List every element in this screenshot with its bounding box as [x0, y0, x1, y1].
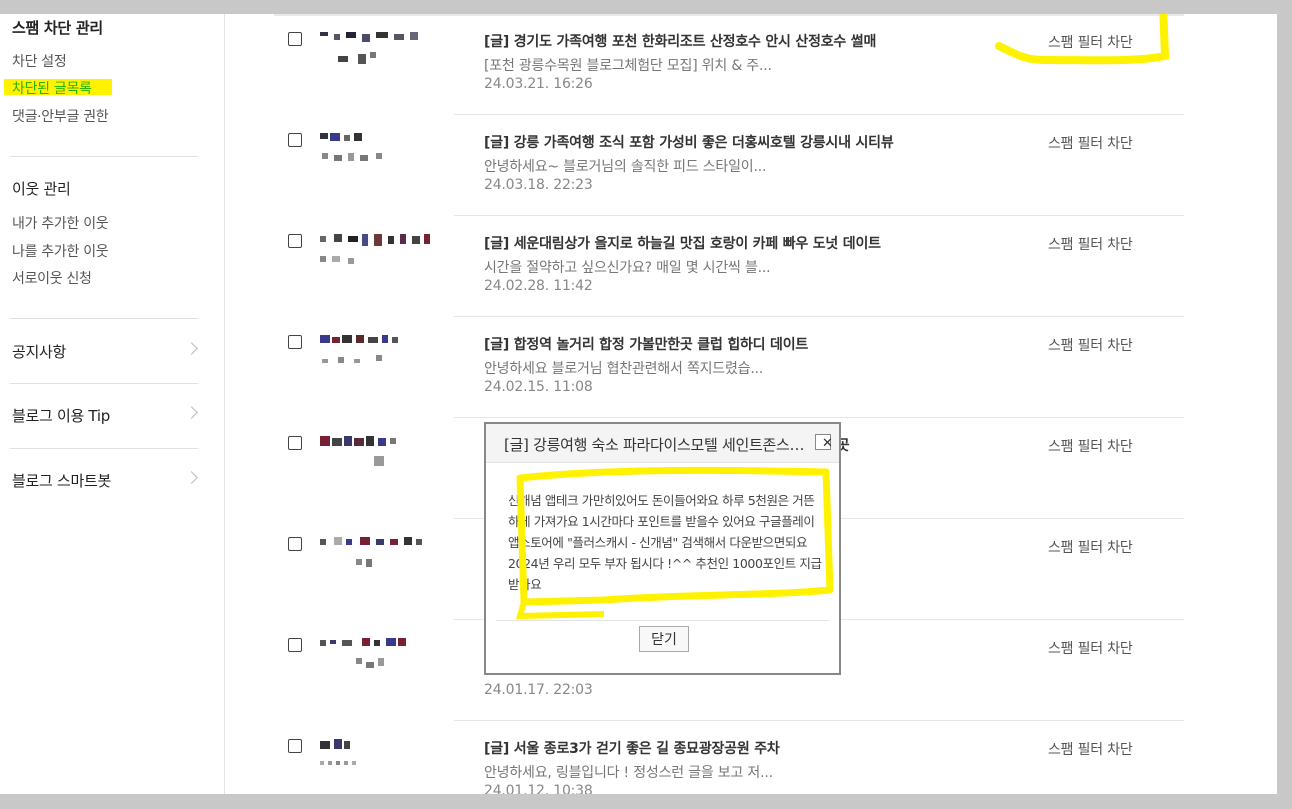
sidebar: 스팸 차단 관리 차단 설정 차단된 글목록 댓글·안부글 권한 이웃 관리 내… [0, 14, 224, 794]
divider [10, 318, 198, 319]
chevron-right-icon [185, 471, 198, 484]
table-row: [글] 합정역 놀거리 합정 가볼만한곳 클럽 힙하디 데이트 안녕하세요 블로… [274, 317, 1184, 418]
sidebar-link-notice[interactable]: 공지사항 [12, 341, 200, 362]
post-title[interactable]: [글] 서울 종로3가 걷기 좋은 길 종묘광장공원 주차 [484, 738, 1004, 758]
post-excerpt: 안녕하세요~ 블로거님의 솔직한 피드 스타일이... [484, 159, 767, 175]
block-reason: 스팸 필터 차단 [1048, 540, 1133, 556]
row-checkbox[interactable] [288, 638, 302, 652]
dialog-header: [글] 강릉여행 숙소 파라다이스모텔 세인트존스호텔 가볼만한곳 ✕ [486, 424, 839, 463]
sidebar-link-smartbot[interactable]: 블로그 스마트봇 [12, 470, 200, 491]
row-checkbox[interactable] [288, 739, 302, 753]
blurred-avatar [320, 436, 430, 476]
chevron-right-icon [185, 342, 198, 355]
table-row: [글] 서울 종로3가 걷기 좋은 길 종묘광장공원 주차 안녕하세요, 링블입… [274, 721, 1184, 794]
blurred-avatar [320, 234, 430, 274]
divider [10, 383, 198, 384]
blurred-avatar [320, 537, 430, 577]
notice-label: 공지사항 [12, 343, 67, 361]
blog-admin-page: 스팸 차단 관리 차단 설정 차단된 글목록 댓글·안부글 권한 이웃 관리 내… [0, 14, 1277, 794]
highlight-marker [989, 14, 1170, 65]
post-date: 24.01.17. 22:03 [484, 682, 593, 698]
block-reason: 스팸 필터 차단 [1048, 136, 1133, 152]
post-date: 24.03.18. 22:23 [484, 177, 593, 193]
row-checkbox[interactable] [288, 133, 302, 147]
table-row: [글] 강릉 가족여행 조식 포함 가성비 좋은 더홍씨호텔 강릉시내 시티뷰 … [274, 115, 1184, 216]
blurred-avatar [320, 739, 430, 779]
post-excerpt: 안녕하세요 블로거님 협찬관련해서 쪽지드렸습... [484, 361, 764, 377]
smartbot-label: 블로그 스마트봇 [12, 472, 111, 490]
neighbor-section-title: 이웃 관리 [12, 180, 71, 198]
divider [10, 448, 198, 449]
block-reason: 스팸 필터 차단 [1048, 237, 1133, 253]
post-date: 24.01.12. 10:38 [484, 783, 593, 794]
block-reason: 스팸 필터 차단 [1048, 641, 1133, 657]
row-checkbox[interactable] [288, 234, 302, 248]
sidebar-item-mutual-request[interactable]: 서로이웃 신청 [12, 268, 92, 288]
post-title[interactable]: [글] 강릉 가족여행 조식 포함 가성비 좋은 더홍씨호텔 강릉시내 시티뷰 [484, 132, 1004, 152]
post-excerpt: [포천 광릉수목원 블로그체험단 모집] 위치 & 주... [484, 58, 772, 74]
blurred-avatar [320, 638, 430, 678]
tips-label: 블로그 이용 Tip [12, 407, 110, 425]
sidebar-divider [224, 14, 225, 794]
post-excerpt: 안녕하세요, 링블입니다 ! 정성스런 글을 보고 저... [484, 765, 773, 781]
post-title[interactable]: [글] 합정역 놀거리 합정 가볼만한곳 클럽 힙하디 데이트 [484, 334, 1004, 354]
sidebar-item-added-neighbors[interactable]: 내가 추가한 이웃 [12, 213, 109, 233]
spam-section-title: 스팸 차단 관리 [12, 19, 103, 37]
row-checkbox[interactable] [288, 32, 302, 46]
post-date: 24.03.21. 16:26 [484, 76, 593, 92]
post-excerpt: 시간을 절약하고 싶으신가요? 매일 몇 시간씩 블... [484, 260, 771, 276]
highlight-marker [515, 466, 834, 620]
blocked-post-list: [글] 경기도 가족여행 포천 한화리조트 산정호수 안시 산정호수 썰매 [포… [274, 14, 1184, 794]
row-checkbox[interactable] [288, 436, 302, 450]
post-date: 24.02.28. 11:42 [484, 278, 593, 294]
sidebar-item-block-settings[interactable]: 차단 설정 [12, 51, 67, 71]
post-title[interactable]: [글] 세운대림상가 을지로 하늘길 맛집 호랑이 카페 빠우 도넛 데이트 [484, 233, 1004, 253]
dialog-title: [글] 강릉여행 숙소 파라다이스모텔 세인트존스호텔 가볼만한곳 [504, 436, 816, 454]
blurred-avatar [320, 133, 430, 173]
blurred-avatar [320, 32, 430, 72]
block-reason: 스팸 필터 차단 [1048, 338, 1133, 354]
row-checkbox[interactable] [288, 537, 302, 551]
row-checkbox[interactable] [288, 335, 302, 349]
sidebar-item-comment-permission[interactable]: 댓글·안부글 권한 [12, 106, 109, 126]
block-reason: 스팸 필터 차단 [1048, 742, 1133, 758]
sidebar-item-blocked-posts[interactable]: 차단된 글목록 [12, 78, 92, 98]
block-reason: 스팸 필터 차단 [1048, 439, 1133, 455]
post-title[interactable]: [글] 경기도 가족여행 포천 한화리조트 산정호수 안시 산정호수 썰매 [484, 31, 1004, 51]
divider [10, 156, 198, 157]
chevron-right-icon [185, 406, 198, 419]
sidebar-item-added-me[interactable]: 나를 추가한 이웃 [12, 241, 109, 261]
post-date: 24.02.15. 11:08 [484, 379, 593, 395]
close-icon[interactable]: ✕ [815, 434, 833, 450]
blurred-avatar [320, 335, 430, 375]
sidebar-link-tips[interactable]: 블로그 이용 Tip [12, 405, 200, 426]
table-row: [글] 세운대림상가 을지로 하늘길 맛집 호랑이 카페 빠우 도넛 데이트 시… [274, 216, 1184, 317]
